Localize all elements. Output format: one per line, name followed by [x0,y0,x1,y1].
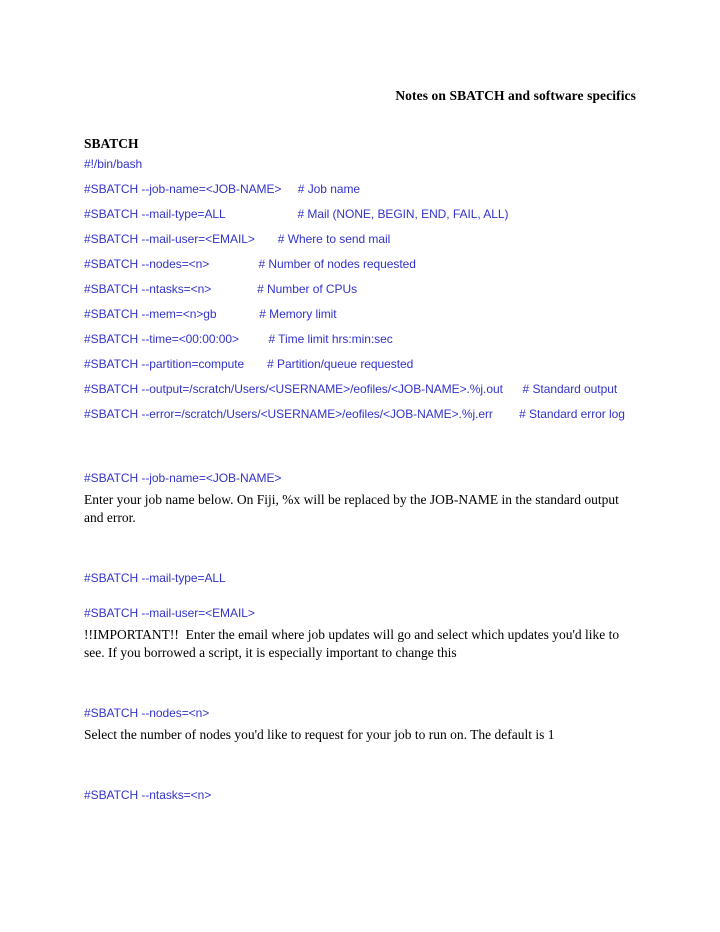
script-line: #SBATCH --error=/scratch/Users/<USERNAME… [84,407,625,421]
document-body: Notes on SBATCH and software specifics S… [84,88,636,808]
script-line: #SBATCH --time=<00:00:00> # Time limit h… [84,332,393,346]
script-line: #!/bin/bash [84,157,143,171]
script-line: #SBATCH --ntasks=<n> # Number of CPUs [84,282,358,296]
directive-nodes: #SBATCH --nodes=<n> [84,706,210,720]
page-title: Notes on SBATCH and software specifics [395,88,636,103]
directive-ntasks: #SBATCH --ntasks=<n> [84,788,212,802]
document-page: Notes on SBATCH and software specifics S… [0,0,720,932]
explanation-nodes: Select the number of nodes you'd like to… [84,727,555,742]
script-line: #SBATCH --mail-type=ALL # Mail (NONE, BE… [84,207,509,221]
directive-mail-type: #SBATCH --mail-type=ALL [84,571,226,585]
explanation-mail-user: !!IMPORTANT!! Enter the email where job … [84,627,623,660]
title-spacer [84,104,636,135]
script-line: #SBATCH --job-name=<JOB-NAME> # Job name [84,182,361,196]
directive-mail-user: #SBATCH --mail-user=<EMAIL> [84,606,255,620]
script-line: #SBATCH --mem=<n>gb # Memory limit [84,307,337,321]
section-heading-sbatch: SBATCH [84,136,139,151]
explanation-job-name: Enter your job name below. On Fiji, %x w… [84,492,623,525]
script-line: #SBATCH --mail-user=<EMAIL> # Where to s… [84,232,391,246]
script-line: #SBATCH --partition=compute # Partition/… [84,357,414,371]
script-line: #SBATCH --output=/scratch/Users/<USERNAM… [84,382,618,396]
sbatch-script-block: #!/bin/bash #SBATCH --job-name=<JOB-NAME… [84,152,636,427]
directive-job-name: #SBATCH --job-name=<JOB-NAME> [84,471,282,485]
script-line: #SBATCH --nodes=<n> # Number of nodes re… [84,257,416,271]
